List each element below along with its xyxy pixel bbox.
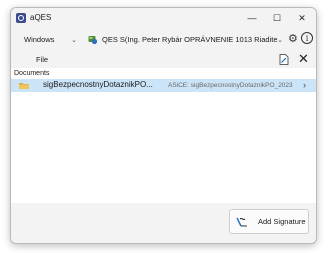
bottom-bar: Add Signature <box>11 203 316 243</box>
document-name: sigBezpecnostnyDotaznikPO... <box>43 80 153 89</box>
signature-icon <box>236 217 247 226</box>
sign-document-icon[interactable] <box>279 54 289 65</box>
app-window: aQES — ☐ ✕ Windows ⌄ QES S(Ing. Peter Ry… <box>10 7 317 244</box>
chevron-down-icon: ⌄ <box>277 36 283 44</box>
menu-file[interactable]: File <box>36 55 48 64</box>
chevron-down-icon: ⌄ <box>71 36 77 44</box>
app-logo-icon <box>16 13 26 23</box>
certificate-dropdown[interactable]: QES S(Ing. Peter Rybár OPRÁVNENIE 1013 R… <box>87 31 285 48</box>
document-description: ASiCE: sigBezpecnostnyDotaznikPO_2023... <box>168 82 293 89</box>
close-window-button[interactable]: ✕ <box>289 10 315 26</box>
title-bar: aQES — ☐ ✕ <box>11 8 316 28</box>
folder-icon <box>19 83 29 89</box>
gear-icon[interactable]: ⚙ <box>288 32 298 45</box>
document-row[interactable]: sigBezpecnostnyDotaznikPO... ASiCE: sigB… <box>11 79 316 92</box>
info-icon[interactable]: i <box>301 32 313 44</box>
documents-heading: Documents <box>14 70 50 77</box>
certificate-icon <box>88 35 98 44</box>
certificate-store-dropdown[interactable]: Windows ⌄ <box>15 31 79 48</box>
add-signature-button[interactable]: Add Signature <box>229 209 309 234</box>
add-signature-label: Add Signature <box>258 217 306 226</box>
certificate-label: QES S(Ing. Peter Rybár OPRÁVNENIE 1013 R… <box>102 35 278 44</box>
close-document-icon[interactable]: ✕ <box>298 52 309 66</box>
certificate-store-label: Windows <box>24 35 55 44</box>
window-title: aQES <box>30 13 52 22</box>
toolbar: Windows ⌄ QES S(Ing. Peter Rybár OPRÁVNE… <box>11 29 316 51</box>
chevron-right-icon[interactable]: › <box>303 80 306 90</box>
menu-bar: File ✕ <box>11 51 316 68</box>
maximize-button[interactable]: ☐ <box>264 10 290 26</box>
documents-panel: Documents sigBezpecnostnyDotaznikPO... A… <box>11 68 316 203</box>
minimize-button[interactable]: — <box>239 10 265 26</box>
